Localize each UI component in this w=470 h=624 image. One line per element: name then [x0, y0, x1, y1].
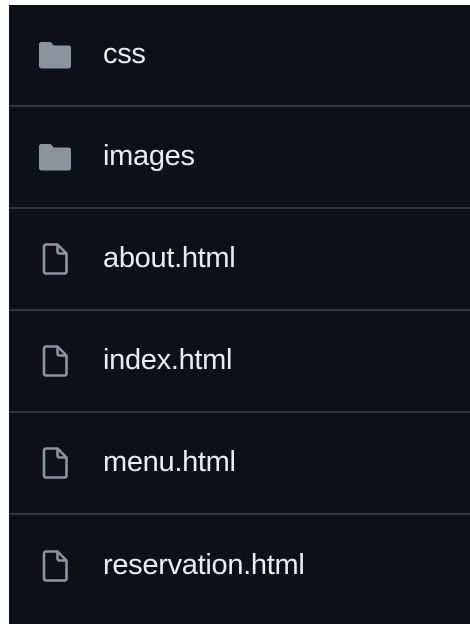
file-list: css images about.html index.html menu.ht…: [9, 5, 470, 624]
file-name[interactable]: images: [103, 140, 195, 173]
file-icon: [38, 344, 72, 378]
file-name[interactable]: index.html: [103, 344, 232, 377]
file-name[interactable]: reservation.html: [103, 549, 305, 582]
file-name[interactable]: about.html: [103, 242, 236, 275]
file-name[interactable]: css: [103, 38, 146, 71]
file-row-reservation-html[interactable]: reservation.html: [9, 515, 470, 617]
file-row-css[interactable]: css: [9, 5, 470, 107]
file-icon: [38, 242, 72, 276]
file-name[interactable]: menu.html: [103, 446, 236, 479]
folder-icon: [38, 140, 72, 174]
file-row-index-html[interactable]: index.html: [9, 311, 470, 413]
file-row-menu-html[interactable]: menu.html: [9, 413, 470, 515]
file-icon: [38, 446, 72, 480]
folder-icon: [38, 38, 72, 72]
file-row-images[interactable]: images: [9, 107, 470, 209]
file-row-about-html[interactable]: about.html: [9, 209, 470, 311]
file-icon: [38, 549, 72, 583]
